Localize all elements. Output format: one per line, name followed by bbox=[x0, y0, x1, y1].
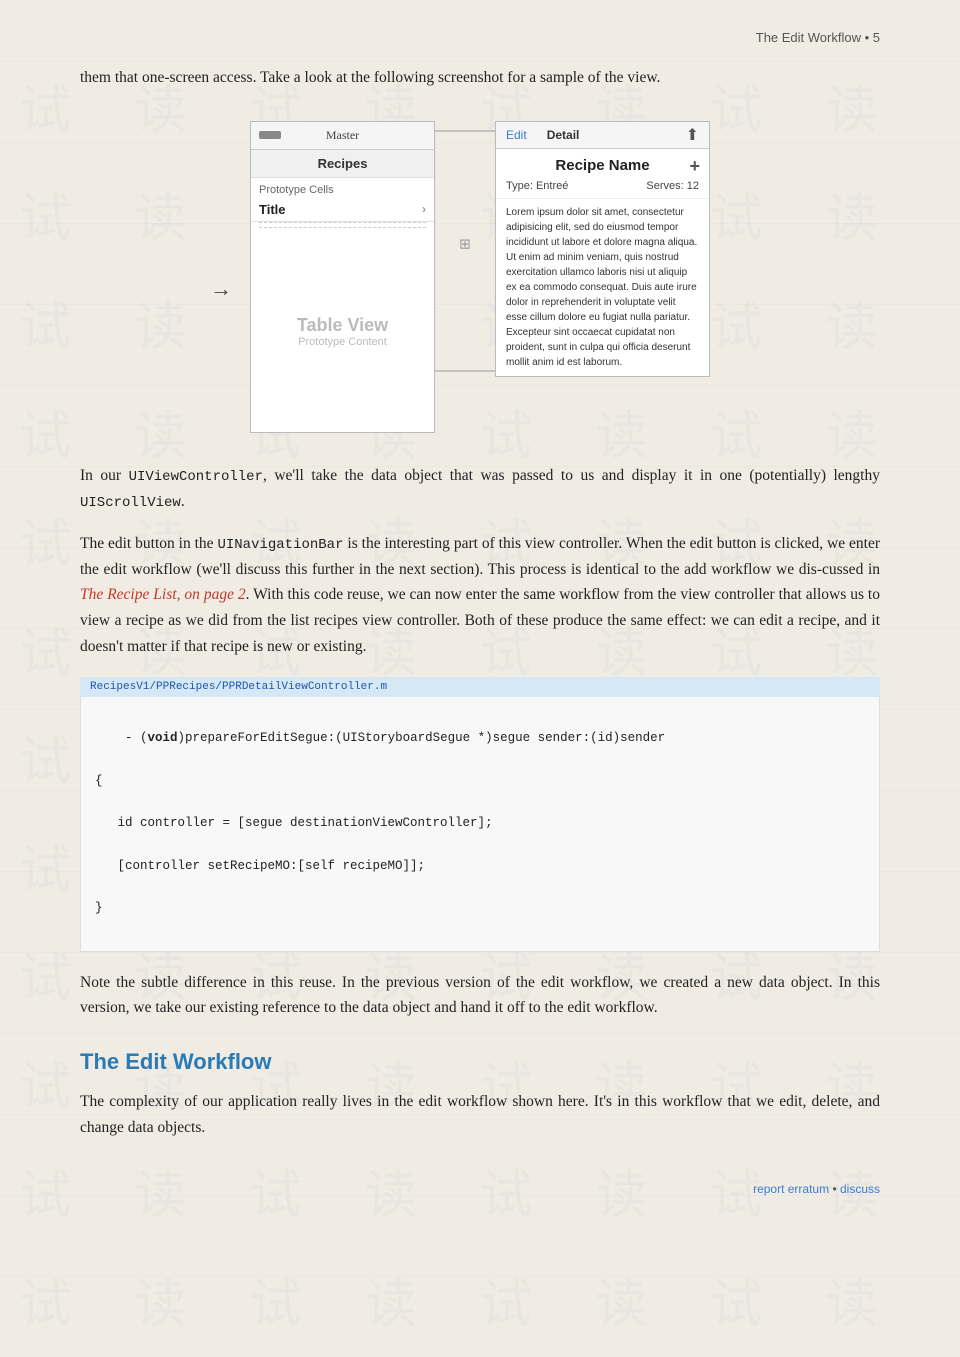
page-footer: report erratum • discuss bbox=[753, 1182, 880, 1196]
connector-lines: ⊞ bbox=[435, 121, 495, 381]
recipe-meta: Type: Entreé Serves: 12 bbox=[496, 178, 709, 199]
page-header: The Edit Workflow • 5 bbox=[80, 30, 880, 45]
add-icon: + bbox=[689, 156, 700, 177]
paragraph-uiviewcontroller: In our UIViewController, we'll take the … bbox=[80, 463, 880, 515]
recipes-label: Recipes bbox=[318, 156, 368, 171]
recipe-name-header: Recipe Name bbox=[496, 149, 709, 178]
title-row: Title › bbox=[251, 198, 434, 222]
header-text: The Edit Workflow • 5 bbox=[756, 30, 880, 45]
master-panel: Master Recipes + Prototype Cells Title › bbox=[250, 121, 435, 433]
master-recipes-bar: Recipes + bbox=[251, 150, 434, 178]
share-icon: ⬆ bbox=[686, 125, 699, 145]
master-nav-button-left bbox=[259, 131, 281, 139]
recipe-body-text: Lorem ipsum dolor sit amet, consectetur … bbox=[496, 199, 709, 376]
page-content: The Edit Workflow • 5 them that one-scre… bbox=[0, 0, 960, 1216]
detail-panel: Edit Detail ⬆ Recipe Name Type: Entreé S… bbox=[495, 121, 710, 377]
chevron-icon: › bbox=[422, 202, 426, 216]
recipe-list-link[interactable]: The Recipe List, on page 2 bbox=[80, 586, 246, 603]
code-line-4: [controller setRecipeMO:[self recipeMO]]… bbox=[95, 859, 425, 873]
grid-icon: ⊞ bbox=[459, 237, 471, 254]
title-cell-label: Title bbox=[259, 202, 286, 217]
intro-paragraph: them that one-screen access. Take a look… bbox=[80, 65, 880, 91]
prototype-content-label: Prototype Content bbox=[298, 336, 387, 348]
code-block: - (void)prepareForEditSegue:(UIStoryboar… bbox=[80, 697, 880, 952]
paragraph-subtle-difference: Note the subtle difference in this reuse… bbox=[80, 970, 880, 1021]
connector: ⊞ bbox=[435, 121, 495, 381]
detail-nav-tabs: Edit Detail ⬆ bbox=[506, 128, 699, 142]
section-heading: The Edit Workflow bbox=[80, 1049, 880, 1075]
diagram-container: → Master Recipes + Prototype Cells Title… bbox=[80, 121, 880, 433]
master-navbar: Master bbox=[251, 122, 434, 150]
code-line-3: id controller = [segue destinationViewCo… bbox=[95, 816, 493, 830]
serves-label: Serves: 12 bbox=[646, 180, 699, 192]
edit-tab: Edit bbox=[506, 128, 527, 142]
detail-navbar: Edit Detail ⬆ bbox=[496, 122, 709, 149]
detail-tab: Detail bbox=[547, 128, 580, 142]
code-line-1: - (void)prepareForEditSegue:(UIStoryboar… bbox=[125, 731, 665, 745]
paragraph-complexity: The complexity of our application really… bbox=[80, 1089, 880, 1140]
table-view-center: Table View Prototype Content bbox=[251, 232, 434, 432]
type-label: Type: Entreé bbox=[506, 180, 568, 192]
code-uinavigationbar: UINavigationBar bbox=[217, 537, 343, 553]
table-view-label: Table View bbox=[297, 315, 388, 336]
arrow-icon: → bbox=[210, 276, 232, 302]
report-erratum-link[interactable]: report erratum bbox=[753, 1182, 829, 1196]
diagram-wrapper: → Master Recipes + Prototype Cells Title… bbox=[250, 121, 710, 433]
code-uiscrollview: UIScrollView bbox=[80, 495, 181, 511]
prototype-cells-label: Prototype Cells bbox=[251, 178, 434, 198]
discuss-link[interactable]: discuss bbox=[840, 1182, 880, 1196]
code-filename: RecipesV1/PPRecipes/PPRDetailViewControl… bbox=[80, 677, 880, 697]
paragraph-uinavigationbar: The edit button in the UINavigationBar i… bbox=[80, 531, 880, 659]
code-uiviewcontroller: UIViewController bbox=[129, 469, 263, 485]
code-line-5: } bbox=[95, 901, 103, 915]
code-line-2: { bbox=[95, 774, 103, 788]
master-title: Master bbox=[326, 128, 359, 143]
